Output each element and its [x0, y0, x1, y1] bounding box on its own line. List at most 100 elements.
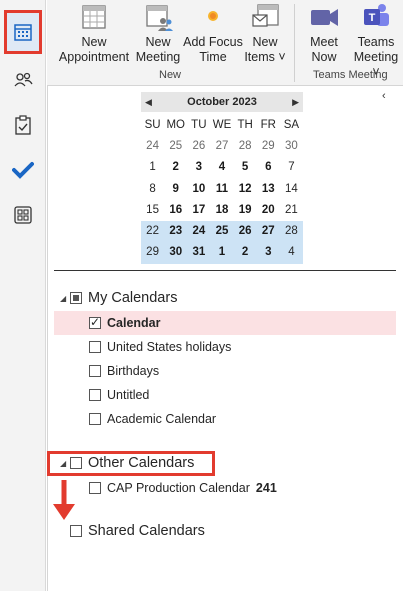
item-count-badge: 241 [255, 481, 277, 495]
meeting-icon [146, 5, 173, 31]
day-cell[interactable]: 14 [280, 179, 303, 200]
mini-calendar: ◀ October 2023 ▶ SU MO TU WE TH FR SA 24… [141, 92, 303, 264]
day-cell[interactable]: 11 [210, 179, 233, 200]
my-calendars-checkbox[interactable] [70, 292, 82, 304]
calendar-item-label: Birthdays [107, 364, 160, 378]
teams-meeting-label-1: Teams [357, 35, 395, 49]
day-cell-selected[interactable]: 1 [210, 242, 234, 264]
day-cell-selected[interactable]: 2 [233, 242, 257, 264]
day-cell[interactable]: 19 [234, 200, 257, 221]
calendar-item-us-holidays[interactable]: United States holidays [89, 335, 231, 359]
new-items-label-1: New [252, 35, 278, 49]
add-focus-time-button[interactable]: Add Focus Time [181, 0, 245, 65]
meet-now-button[interactable]: Meet Now [302, 0, 346, 65]
day-cell-selected[interactable]: 29 [141, 242, 165, 264]
calendar-item-untitled[interactable]: Untitled [89, 383, 149, 407]
new-appointment-label-2: Appointment [58, 50, 130, 64]
academic-checkbox[interactable] [89, 413, 101, 425]
day-cell-selected[interactable]: 28 [279, 221, 303, 243]
day-cell[interactable]: 4 [210, 157, 233, 178]
day-cell-selected[interactable]: 4 [279, 242, 303, 264]
other-calendars-checkbox[interactable] [70, 457, 82, 469]
shared-calendars-checkbox[interactable] [70, 525, 82, 537]
dow-label: MO [166, 119, 185, 131]
collapse-pane-button[interactable]: ‹ [382, 90, 386, 102]
calendar-checkbox[interactable] [89, 315, 101, 329]
day-cell[interactable]: 20 [257, 200, 280, 221]
cap-production-checkbox[interactable] [89, 482, 101, 494]
day-cell-selected[interactable]: 22 [141, 221, 165, 243]
day-cell-selected[interactable]: 26 [233, 221, 257, 243]
meet-now-label-2: Now [311, 50, 337, 64]
day-cell[interactable]: 6 [257, 157, 280, 178]
birthdays-checkbox[interactable] [89, 365, 101, 377]
day-cell[interactable]: 5 [234, 157, 257, 178]
shared-calendars-group[interactable]: Shared Calendars [70, 523, 205, 539]
day-cell[interactable]: 24 [141, 136, 164, 157]
other-calendars-label: Other Calendars [88, 455, 195, 471]
day-cell[interactable]: 8 [141, 179, 164, 200]
days-of-week: SU MO TU WE TH FR SA [141, 114, 303, 136]
previous-month-button[interactable]: ◀ [145, 97, 152, 108]
day-cell[interactable]: 12 [234, 179, 257, 200]
day-cell[interactable]: 28 [234, 136, 257, 157]
svg-text:T: T [369, 12, 376, 24]
day-cell-selected[interactable]: 27 [256, 221, 280, 243]
tasks-nav-button[interactable] [0, 105, 46, 145]
focus-time-icon [208, 11, 218, 21]
teams-meeting-button[interactable]: T Teams Meeting ˅ [349, 0, 403, 80]
calendar-item-calendar[interactable]: Calendar [54, 311, 396, 335]
todo-nav-button[interactable] [0, 150, 46, 190]
untitled-checkbox[interactable] [89, 389, 101, 401]
day-cell[interactable]: 16 [164, 200, 187, 221]
dow-label: FR [260, 119, 276, 131]
other-calendars-group[interactable]: ◢ Other Calendars [60, 455, 194, 471]
apps-nav-button[interactable] [0, 195, 46, 235]
dow-label: TU [191, 119, 207, 131]
day-cell-selected[interactable]: 31 [187, 242, 211, 264]
appointment-icon [82, 5, 106, 29]
calendar-item-label: Academic Calendar [107, 412, 217, 426]
us-holidays-checkbox[interactable] [89, 341, 101, 353]
day-cell[interactable]: 17 [187, 200, 210, 221]
day-cell-selected[interactable]: 3 [256, 242, 280, 264]
new-items-button[interactable]: New Items ˅ [243, 0, 287, 65]
calendar-item-academic[interactable]: Academic Calendar [89, 407, 216, 431]
pane-divider [54, 270, 396, 271]
day-cell[interactable]: 10 [187, 179, 210, 200]
day-cell[interactable]: 29 [257, 136, 280, 157]
day-cell[interactable]: 13 [257, 179, 280, 200]
day-cell[interactable]: 27 [210, 136, 233, 157]
pane-border [47, 86, 48, 591]
calendar-item-birthdays[interactable]: Birthdays [89, 359, 159, 383]
video-camera-icon [311, 9, 338, 26]
group-teams-label: Teams Meeting [313, 69, 388, 81]
day-cell[interactable]: 1 [141, 157, 164, 178]
collapse-triangle-icon[interactable]: ◢ [60, 459, 70, 468]
day-cell-selected[interactable]: 23 [164, 221, 188, 243]
mini-calendar-days: 24 25 26 27 28 29 30 1 2 3 4 5 6 7 8 9 1… [141, 136, 303, 264]
my-calendars-group[interactable]: ◢ My Calendars [60, 290, 177, 306]
calendar-item-label: United States holidays [107, 340, 232, 354]
day-cell[interactable]: 2 [164, 157, 187, 178]
day-cell[interactable]: 30 [280, 136, 303, 157]
day-cell[interactable]: 21 [280, 200, 303, 221]
next-month-button[interactable]: ▶ [292, 97, 299, 108]
calendar-nav-button[interactable] [0, 12, 46, 52]
people-nav-button[interactable] [0, 60, 46, 100]
day-cell[interactable]: 7 [280, 157, 303, 178]
new-appointment-button[interactable]: New Appointment [56, 0, 132, 65]
calendar-item-cap-production[interactable]: CAP Production Calendar 241 [89, 476, 277, 500]
collapse-triangle-icon[interactable]: ◢ [60, 294, 70, 303]
day-cell-selected[interactable]: 25 [210, 221, 234, 243]
new-meeting-button[interactable]: New Meeting [135, 0, 181, 65]
day-cell-selected[interactable]: 30 [164, 242, 188, 264]
day-cell[interactable]: 25 [164, 136, 187, 157]
day-cell[interactable]: 15 [141, 200, 164, 221]
day-cell[interactable]: 26 [187, 136, 210, 157]
day-cell[interactable]: 9 [164, 179, 187, 200]
day-cell[interactable]: 18 [210, 200, 233, 221]
annotation-arrow-down [53, 480, 75, 520]
day-cell[interactable]: 3 [187, 157, 210, 178]
day-cell-selected[interactable]: 24 [187, 221, 211, 243]
